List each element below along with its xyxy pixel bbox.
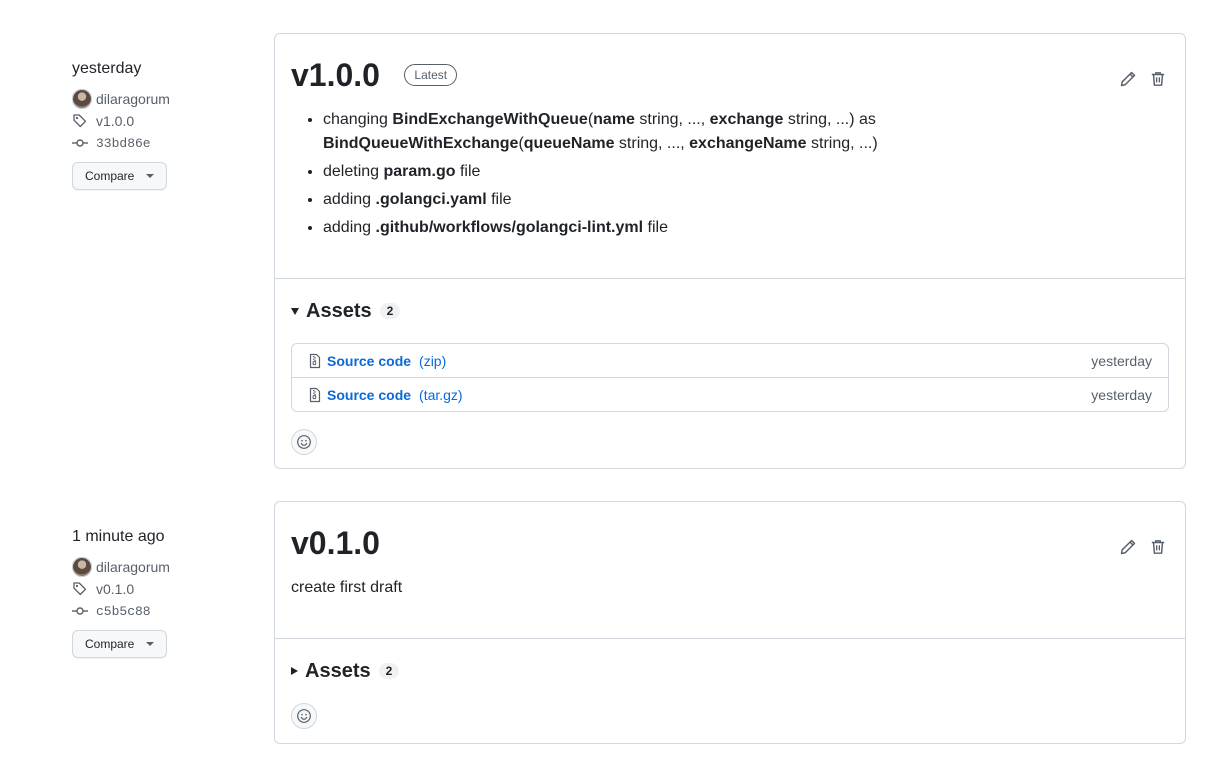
note-text: string, ..., [614, 135, 690, 152]
release-title[interactable]: v0.1.0 [291, 524, 380, 562]
release-note-item: deleting param.go file [323, 160, 1169, 184]
note-text: changing [323, 111, 393, 128]
assets-title: Assets [305, 659, 371, 682]
release-notes-list: changing BindExchangeWithQueue(name stri… [275, 108, 1185, 240]
note-text: string, ...) [806, 135, 878, 152]
smiley-icon [297, 709, 311, 723]
git-commit-icon [72, 603, 88, 619]
asset-name-link[interactable]: Source code [327, 387, 411, 403]
pencil-icon [1120, 71, 1136, 87]
trash-icon [1151, 72, 1165, 86]
compare-label: Compare [85, 637, 135, 651]
commit-sha[interactable]: c5b5c88 [96, 604, 151, 619]
compare-button[interactable]: Compare [72, 630, 168, 658]
asset-ext-link[interactable]: (zip) [419, 353, 446, 369]
release-sidebar: yesterday dilaragorum v1.0.0 33bd86e Com… [72, 58, 252, 190]
release-actions [1119, 538, 1167, 556]
assets-toggle[interactable]: Assets 2 [275, 279, 1185, 343]
asset-row: Source code (tar.gz) yesterday [292, 377, 1168, 411]
note-bold-text: .github/workflows/golangci-lint.yml [375, 219, 644, 236]
tag-label[interactable]: v0.1.0 [96, 581, 134, 597]
asset-time: yesterday [1091, 352, 1152, 369]
compare-button[interactable]: Compare [72, 162, 168, 190]
note-text: adding [323, 191, 376, 208]
pencil-icon [1120, 539, 1136, 555]
note-bold-text: exchange [709, 111, 784, 128]
assets-toggle[interactable]: Assets 2 [275, 639, 1185, 703]
tag-label[interactable]: v1.0.0 [96, 113, 134, 129]
release-actions [1119, 70, 1167, 88]
asset-list: Source code (zip) yesterday Source code … [291, 343, 1169, 412]
note-bold-text: queueName [523, 135, 615, 152]
release-notes: create first draft [275, 576, 1185, 600]
asset-ext-link[interactable]: (tar.gz) [419, 387, 463, 403]
chevron-down-icon [291, 307, 299, 315]
release-note-item: adding .github/workflows/golangci-lint.y… [323, 216, 1169, 240]
note-text: file [455, 163, 481, 180]
note-bold-text: .golangci.yaml [375, 191, 487, 208]
file-zip-icon [307, 387, 323, 403]
release-notes: changing BindExchangeWithQueue(name stri… [275, 108, 1185, 240]
add-reaction-button[interactable] [291, 703, 317, 729]
release-author[interactable]: dilaragorum [72, 556, 252, 578]
release-date: yesterday [72, 60, 142, 77]
release-title[interactable]: v1.0.0 [291, 56, 380, 94]
note-text: adding [323, 219, 376, 236]
note-text: file [643, 219, 668, 236]
assets-count: 2 [378, 663, 400, 679]
release-header: v0.1.0 [275, 502, 1185, 562]
delete-button[interactable] [1149, 70, 1167, 88]
author-name[interactable]: dilaragorum [96, 559, 170, 575]
file-zip-icon [307, 353, 323, 369]
release-card: v0.1.0 create first draft Assets 2 [274, 501, 1186, 744]
edit-button[interactable] [1119, 538, 1137, 556]
edit-button[interactable] [1119, 70, 1137, 88]
note-bold-text: param.go [383, 163, 456, 180]
add-reaction-button[interactable] [291, 429, 317, 455]
release-tag[interactable]: v1.0.0 [72, 110, 252, 132]
release-description: create first draft [291, 579, 403, 596]
avatar[interactable] [72, 89, 92, 109]
release-sidebar: 1 minute ago dilaragorum v0.1.0 c5b5c88 … [72, 526, 252, 658]
trash-icon [1151, 540, 1165, 554]
note-text: file [486, 191, 512, 208]
avatar[interactable] [72, 557, 92, 577]
release-author[interactable]: dilaragorum [72, 88, 252, 110]
release-note-item: adding .golangci.yaml file [323, 188, 1169, 212]
asset-name-link[interactable]: Source code [327, 353, 411, 369]
release-card: v1.0.0 Latest changing BindExchangeWithQ… [274, 33, 1186, 469]
commit-sha[interactable]: 33bd86e [96, 136, 151, 151]
release-header: v1.0.0 Latest [275, 34, 1185, 94]
release-date: 1 minute ago [72, 528, 165, 545]
chevron-right-icon [291, 667, 298, 675]
asset-time: yesterday [1091, 386, 1152, 403]
assets-title: Assets [306, 299, 372, 322]
tag-icon [72, 113, 88, 129]
latest-badge: Latest [404, 64, 458, 86]
asset-row: Source code (zip) yesterday [292, 344, 1168, 377]
author-name[interactable]: dilaragorum [96, 91, 170, 107]
note-bold-text: name [593, 111, 635, 128]
release-commit[interactable]: c5b5c88 [72, 600, 252, 622]
release-commit[interactable]: 33bd86e [72, 132, 252, 154]
compare-label: Compare [85, 169, 135, 183]
release-note-item: changing BindExchangeWithQueue(name stri… [323, 108, 1169, 156]
note-text: string, ...) as [783, 111, 876, 128]
delete-button[interactable] [1149, 538, 1167, 556]
note-bold-text: exchangeName [689, 135, 807, 152]
release-tag[interactable]: v0.1.0 [72, 578, 252, 600]
assets-count: 2 [379, 303, 401, 319]
note-text: string, ..., [634, 111, 710, 128]
note-bold-text: BindExchangeWithQueue [392, 111, 588, 128]
tag-icon [72, 581, 88, 597]
note-bold-text: BindQueueWithExchange [323, 135, 519, 152]
note-text: deleting [323, 163, 384, 180]
smiley-icon [297, 435, 311, 449]
chevron-down-icon [146, 174, 155, 178]
chevron-down-icon [146, 642, 155, 646]
git-commit-icon [72, 135, 88, 151]
